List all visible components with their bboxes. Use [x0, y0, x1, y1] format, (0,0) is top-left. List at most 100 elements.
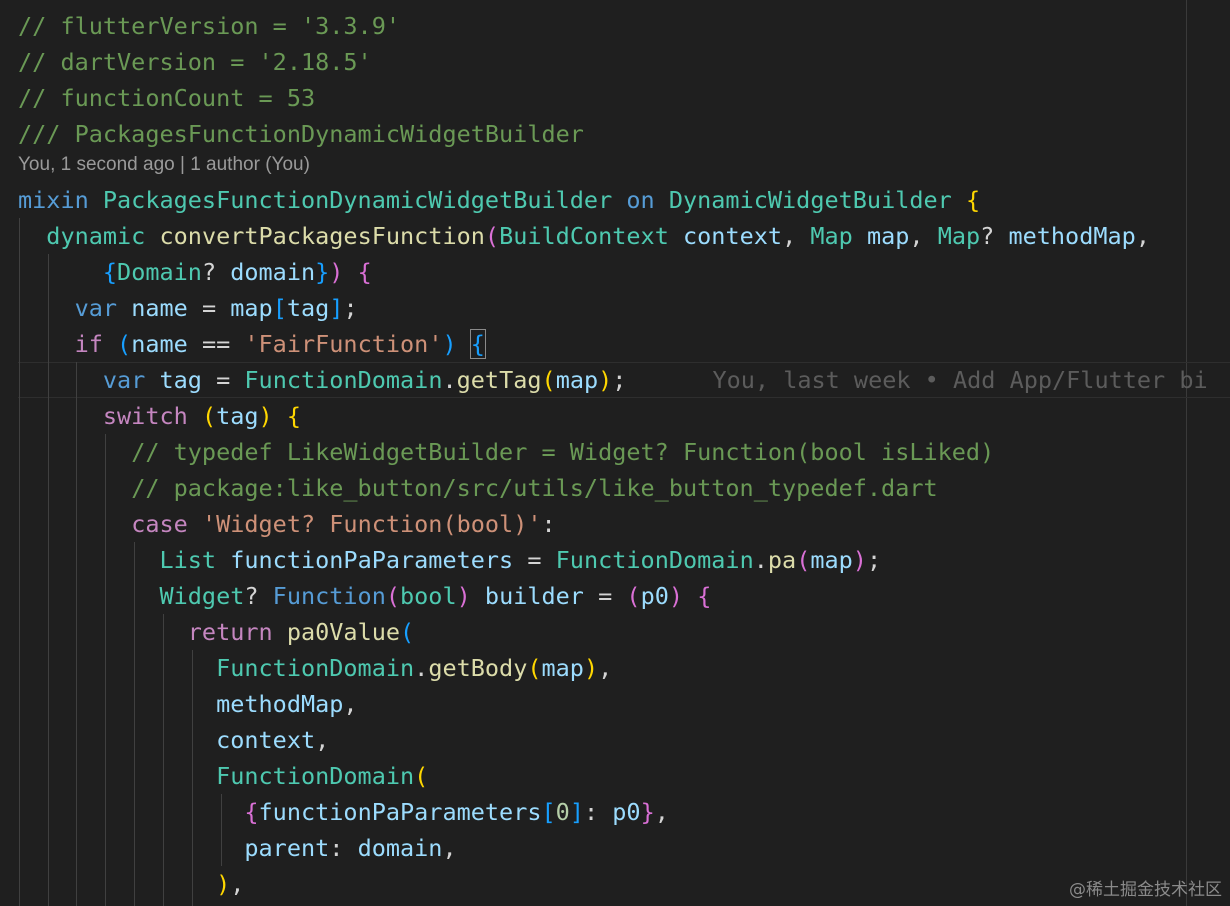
code-token: = [187, 294, 231, 322]
code-token: , [315, 726, 330, 754]
code-line[interactable]: parent: domain, [18, 830, 457, 866]
code-line[interactable]: return pa0Value( [18, 614, 414, 650]
code-token: } [315, 258, 330, 286]
code-token: map [555, 366, 599, 394]
code-token: ) [329, 258, 344, 286]
code-token: ] [569, 798, 584, 826]
code-token: , [230, 870, 245, 898]
code-token: switch [102, 402, 188, 430]
code-line[interactable]: if (name == 'FairFunction') { [18, 326, 486, 362]
code-token: ( [117, 330, 132, 358]
code-lens-author[interactable]: You, 1 second ago | 1 author (You) [18, 148, 310, 182]
code-token: functionPaParameters [258, 798, 542, 826]
code-token: { [697, 582, 712, 610]
inline-blame: You, last week • Add App/Flutter bi [712, 366, 1208, 394]
code-token: ( [796, 546, 811, 574]
code-line[interactable]: ), [18, 866, 244, 902]
code-token: p0 [640, 582, 669, 610]
code-line[interactable]: FunctionDomain( [18, 758, 428, 794]
code-line[interactable]: dynamic convertPackagesFunction(BuildCon… [18, 218, 1150, 254]
code-token: FunctionDomain [216, 654, 415, 682]
code-token: FunctionDomain [216, 762, 415, 790]
code-token: ( [201, 402, 217, 430]
code-token: = [201, 366, 245, 394]
code-token: tag [216, 402, 259, 430]
code-line[interactable]: // dartVersion = '2.18.5' [18, 44, 372, 80]
code-token: , [598, 654, 613, 682]
code-line[interactable]: methodMap, [18, 686, 358, 722]
watermark: @稀土掘金技术社区 [1069, 880, 1222, 900]
code-line[interactable]: case 'Widget? Function(bool)': [18, 506, 555, 542]
code-token: } [640, 798, 655, 826]
code-token: map [541, 654, 584, 682]
code-line[interactable]: // functionCount = 53 [18, 80, 315, 116]
code-line[interactable]: // flutterVersion = '3.3.9' [18, 8, 400, 44]
code-token: tag [159, 366, 202, 394]
code-token: ) [598, 366, 613, 394]
code-line[interactable]: switch (tag) { [18, 398, 301, 434]
code-token: { [469, 329, 486, 359]
code-token: // package:like_button/src/utils/like_bu… [131, 474, 938, 502]
code-token: name [131, 294, 188, 322]
code-line[interactable]: var name = map[tag]; [18, 290, 358, 326]
code-token: , [1135, 222, 1150, 250]
code-line[interactable]: {Domain? domain}) { [18, 254, 372, 290]
code-token: // flutterVersion = '3.3.9' [18, 12, 401, 40]
code-token: . [414, 654, 429, 682]
code-token: p0 [612, 798, 641, 826]
code-token: mixin [18, 186, 103, 214]
code-token: { [965, 186, 981, 214]
code-token: ? [244, 582, 273, 610]
code-line[interactable]: {functionPaParameters[0]: p0}, [18, 794, 669, 830]
code-token: /// PackagesFunctionDynamicWidgetBuilder [18, 120, 584, 148]
code-token: ; [866, 546, 882, 574]
code-token: == [187, 330, 245, 358]
code-token: FunctionDomain [555, 546, 754, 574]
code-token: bool [400, 582, 457, 610]
code-token: map [810, 546, 853, 574]
code-token: // dartVersion = '2.18.5' [18, 48, 372, 76]
code-line[interactable]: context, [18, 722, 329, 758]
code-line[interactable]: /// PackagesFunctionDynamicWidgetBuilder [18, 116, 584, 152]
code-token: ; [343, 294, 358, 322]
code-token: Map [937, 222, 981, 250]
code-line[interactable]: FunctionDomain.getBody(map), [18, 650, 612, 686]
code-token: : [583, 798, 613, 826]
code-token: , [442, 834, 457, 862]
code-line[interactable]: // package:like_button/src/utils/like_bu… [18, 470, 938, 506]
code-token: getTag [456, 366, 542, 394]
code-token: 'FairFunction' [244, 330, 443, 358]
code-line[interactable]: List functionPaParameters = FunctionDoma… [18, 542, 881, 578]
code-token: = [583, 582, 627, 610]
code-line[interactable]: Widget? Function(bool) builder = (p0) { [18, 578, 711, 614]
code-line[interactable]: // typedef LikeWidgetBuilder = Widget? F… [18, 434, 994, 470]
code-token: ) [583, 654, 599, 682]
code-line[interactable]: var tag = FunctionDomain.getTag(map); You… [18, 362, 1208, 398]
code-token: domain [357, 834, 443, 862]
code-token: Widget [159, 582, 245, 610]
code-token: map [230, 294, 273, 322]
code-token: ) [852, 546, 867, 574]
code-token: ) [442, 330, 457, 358]
code-editor[interactable]: You, 1 second ago | 1 author (You) // fl… [0, 0, 1230, 906]
code-token: : [329, 834, 358, 862]
code-token: ( [400, 618, 415, 646]
code-line[interactable]: mixin PackagesFunctionDynamicWidgetBuild… [18, 182, 980, 218]
